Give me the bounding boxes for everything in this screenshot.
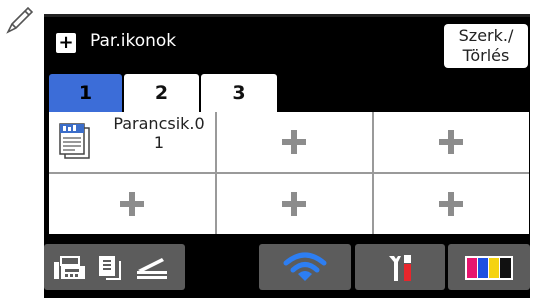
tab-3[interactable]: 3 xyxy=(201,74,277,112)
wifi-button[interactable] xyxy=(259,244,351,290)
shortcut-tile-1[interactable]: Parancsik.0 1 xyxy=(49,112,215,172)
plus-icon xyxy=(439,130,463,154)
shortcut-grid: Parancsik.0 1 xyxy=(49,112,529,234)
shortcut-label-line2: 1 xyxy=(153,133,165,152)
edit-button-line1: Szerk./ xyxy=(458,26,514,45)
tab-1[interactable]: 1 xyxy=(49,74,122,112)
wifi-icon xyxy=(283,252,327,281)
settings-button[interactable] xyxy=(355,244,445,290)
plus-icon xyxy=(282,192,306,216)
shortcut-tile-3[interactable] xyxy=(374,112,529,172)
page-title: Par.ikonok xyxy=(90,31,177,51)
plus-icon xyxy=(439,192,463,216)
copy-icon xyxy=(99,256,121,280)
shortcut-tile-2[interactable] xyxy=(217,112,372,172)
fax-icon xyxy=(54,256,85,279)
shortcut-label-line1: Parancsik.0 xyxy=(113,114,205,133)
shortcut-tile-5[interactable] xyxy=(217,174,372,234)
shortcut-label: Parancsik.0 1 xyxy=(103,114,215,152)
add-icon: + xyxy=(56,33,76,53)
edit-delete-button[interactable]: Szerk./ Törlés xyxy=(444,24,528,68)
pencil-icon xyxy=(6,6,34,34)
touchscreen: + Par.ikonok Szerk./ Törlés 1 2 3 Paranc… xyxy=(44,17,530,298)
shortcut-tile-6[interactable] xyxy=(374,174,529,234)
ink-icon xyxy=(465,256,513,280)
tab-2[interactable]: 2 xyxy=(124,74,199,112)
edit-button-line2: Törlés xyxy=(462,46,510,65)
tools-icon xyxy=(389,255,411,281)
ink-button[interactable] xyxy=(448,244,530,290)
plus-icon xyxy=(282,130,306,154)
shortcut-tile-4[interactable] xyxy=(49,174,215,234)
scan-icon xyxy=(137,258,167,279)
document-icon xyxy=(59,123,90,159)
plus-icon xyxy=(120,192,144,216)
fax-copy-scan-button[interactable] xyxy=(44,244,185,290)
